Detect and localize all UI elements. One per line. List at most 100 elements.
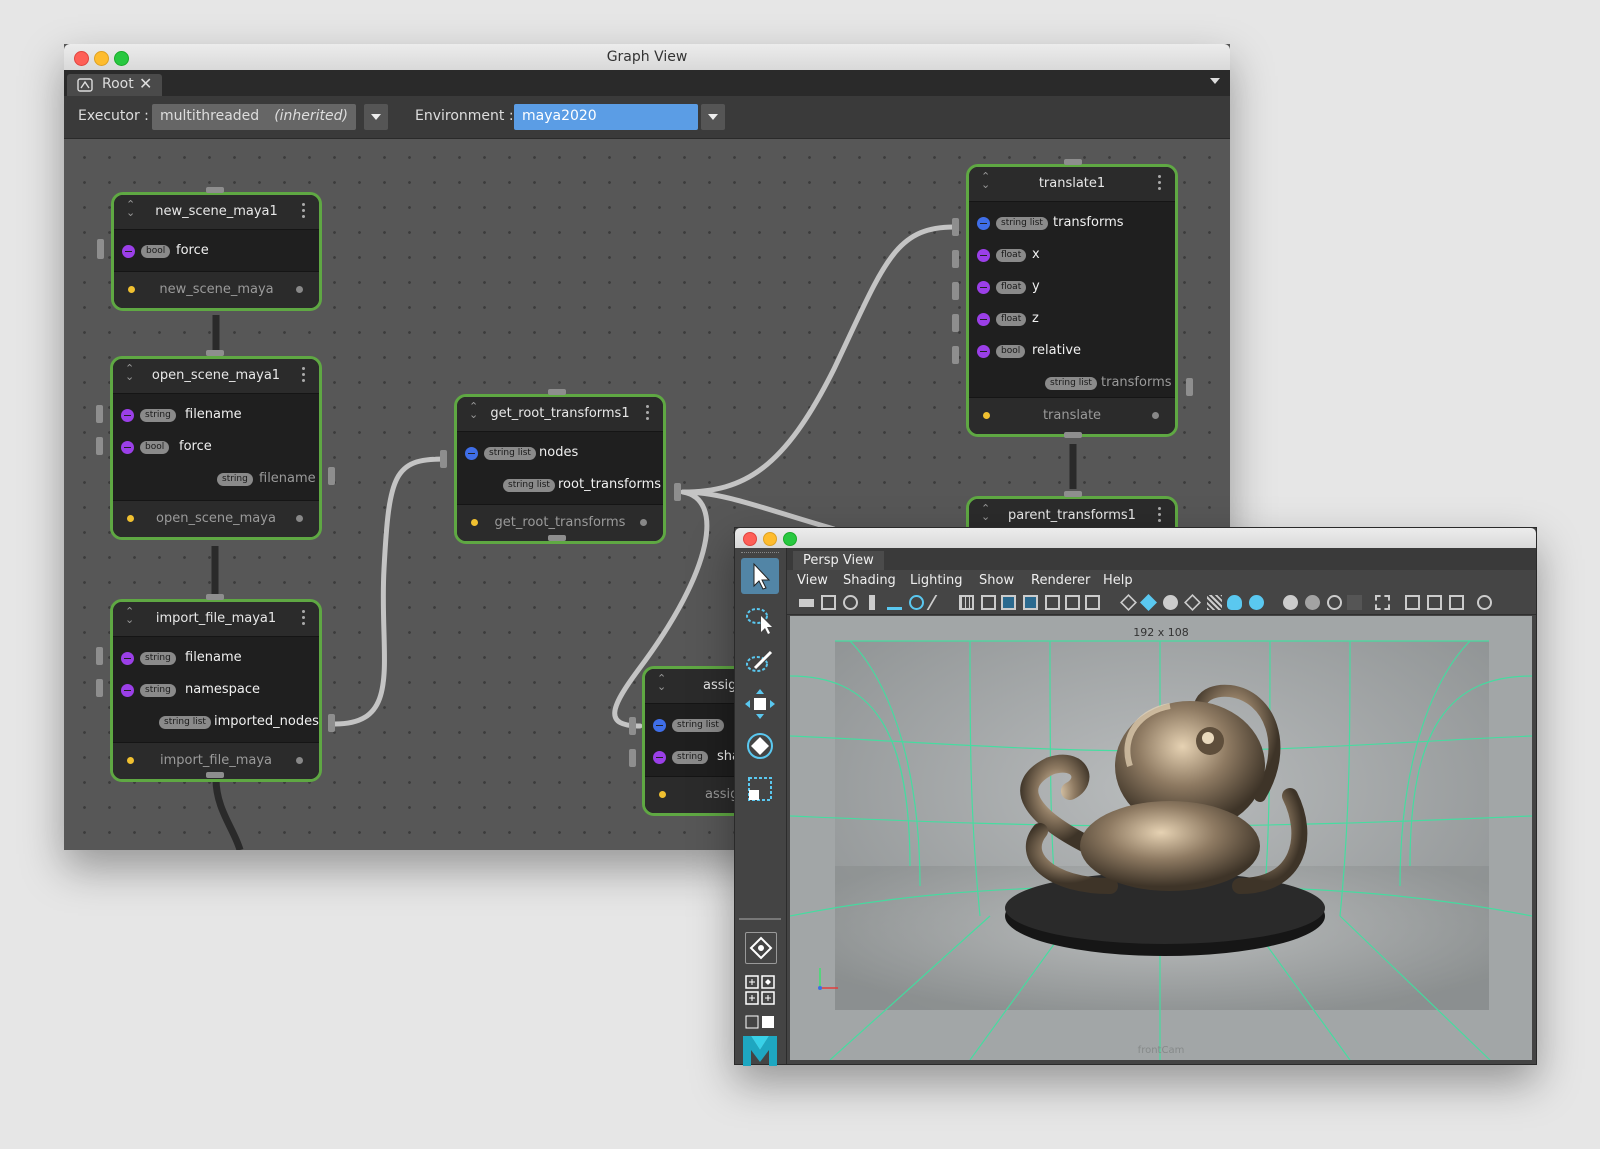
port-pin-icon[interactable] — [977, 345, 990, 358]
exec-out-dot-icon[interactable] — [640, 519, 647, 526]
port-pin-icon[interactable] — [977, 313, 990, 326]
gamma-icon[interactable] — [1477, 595, 1492, 610]
port-handle[interactable] — [629, 749, 636, 767]
port-handle[interactable] — [1186, 378, 1193, 396]
grease-pencil-icon[interactable] — [926, 595, 953, 610]
port-pin-icon[interactable] — [653, 751, 666, 764]
node-import-file-maya[interactable]: ⌃ ⌄ import_file_maya1 string filename str… — [110, 599, 322, 782]
four-view-layout-button[interactable] — [744, 974, 776, 1006]
safe-action-icon[interactable] — [1065, 595, 1080, 610]
node-menu-kebab-icon[interactable] — [302, 610, 305, 628]
node-header[interactable]: ⌃ ⌄ new_scene_maya1 — [114, 195, 319, 230]
port-pin-icon[interactable] — [122, 245, 135, 258]
port-pin-icon[interactable] — [653, 719, 666, 732]
port-handle[interactable] — [1064, 159, 1082, 165]
exposure-icon[interactable] — [1449, 595, 1464, 610]
executor-select[interactable]: multithreaded (inherited) — [152, 104, 356, 130]
node-new-scene-maya[interactable]: ⌃ ⌄ new_scene_maya1 bool force new_scene_… — [111, 192, 322, 311]
menu-shading[interactable]: Shading — [843, 573, 896, 588]
persp-window-titlebar[interactable] — [735, 528, 1536, 549]
port-pin-icon[interactable] — [977, 249, 990, 262]
port-pin-icon[interactable] — [465, 447, 478, 460]
tab-root[interactable]: Root ✕ — [67, 74, 162, 96]
port-handle[interactable] — [206, 772, 224, 778]
field-chart-icon[interactable] — [1045, 595, 1060, 610]
lasso-tool-button[interactable] — [741, 602, 779, 638]
port-handle[interactable] — [96, 647, 103, 665]
port-handle[interactable] — [952, 250, 959, 268]
ambient-occlusion-icon[interactable] — [1283, 595, 1298, 610]
tab-menu-chevron-down-icon[interactable] — [1210, 78, 1220, 84]
port-handle[interactable] — [674, 483, 681, 501]
anti-alias-icon[interactable] — [1327, 595, 1342, 610]
zoom-window-button[interactable] — [783, 532, 797, 546]
xray-icon[interactable] — [1184, 594, 1201, 611]
menu-renderer[interactable]: Renderer — [1031, 573, 1090, 588]
port-handle[interactable] — [952, 346, 959, 364]
port-pin-icon[interactable] — [121, 652, 134, 665]
port-handle[interactable] — [328, 714, 335, 732]
graph-window-titlebar[interactable]: Graph View — [64, 44, 1230, 71]
close-window-button[interactable] — [743, 532, 757, 546]
port-handle[interactable] — [952, 282, 959, 300]
shadows-icon[interactable] — [1249, 595, 1264, 610]
node-header[interactable]: ⌃ ⌄ get_root_transforms1 — [457, 397, 663, 432]
single-view-layout-button[interactable] — [745, 932, 777, 964]
node-header[interactable]: ⌃ ⌄ open_scene_maya1 — [113, 359, 319, 394]
node-menu-kebab-icon[interactable] — [1158, 175, 1161, 193]
port-handle[interactable] — [328, 467, 335, 485]
camera-lock-icon[interactable] — [843, 595, 858, 610]
port-handle[interactable] — [206, 350, 224, 356]
port-handle[interactable] — [96, 405, 103, 423]
node-menu-kebab-icon[interactable] — [646, 405, 649, 423]
wireframe-icon[interactable] — [1120, 594, 1137, 611]
image-plane-icon[interactable] — [887, 595, 902, 610]
toolbox-grip[interactable] — [741, 552, 779, 555]
tab-persp-view[interactable]: Persp View — [793, 551, 884, 570]
film-gate-icon[interactable] — [981, 595, 996, 610]
two-view-layout-button[interactable] — [744, 1014, 776, 1030]
xray-joints-icon[interactable] — [1405, 595, 1420, 610]
port-pin-icon[interactable] — [121, 409, 134, 422]
lighting-bulb-icon[interactable] — [1227, 595, 1242, 610]
grid-icon[interactable] — [959, 595, 974, 610]
port-handle[interactable] — [206, 187, 224, 193]
exec-out-dot-icon[interactable] — [296, 286, 303, 293]
node-menu-kebab-icon[interactable] — [1158, 507, 1161, 525]
camera-icon[interactable] — [799, 599, 814, 607]
paint-select-tool-button[interactable] — [741, 644, 779, 680]
menu-view[interactable]: View — [797, 573, 828, 588]
node-menu-kebab-icon[interactable] — [302, 203, 305, 221]
port-pin-icon[interactable] — [121, 684, 134, 697]
port-handle[interactable] — [96, 679, 103, 697]
port-pin-icon[interactable] — [121, 441, 134, 454]
environment-dropdown-button[interactable] — [701, 104, 725, 130]
node-menu-kebab-icon[interactable] — [302, 367, 305, 385]
resolution-gate-icon[interactable] — [1001, 595, 1016, 610]
node-open-scene-maya[interactable]: ⌃ ⌄ open_scene_maya1 string filename bool… — [110, 356, 322, 540]
executor-dropdown-button[interactable] — [364, 104, 388, 130]
menu-help[interactable]: Help — [1103, 573, 1133, 588]
node-get-root-transforms[interactable]: ⌃ ⌄ get_root_transforms1 string list node… — [454, 394, 666, 544]
port-handle[interactable] — [97, 239, 104, 259]
wireframe-on-shaded-icon[interactable] — [1163, 595, 1178, 610]
environment-select[interactable]: maya2020 — [514, 104, 698, 130]
node-translate[interactable]: ⌃ ⌄ translate1 string list transforms flo… — [966, 164, 1178, 437]
camera-attributes-icon[interactable] — [821, 595, 836, 610]
depth-of-field-icon[interactable] — [1347, 595, 1362, 610]
2d-pan-zoom-icon[interactable] — [909, 595, 924, 610]
port-handle[interactable] — [1064, 491, 1082, 497]
smooth-shade-icon[interactable] — [1140, 594, 1157, 611]
xray-active-icon[interactable] — [1427, 595, 1442, 610]
node-header[interactable]: ⌃ ⌄ import_file_maya1 — [113, 602, 319, 637]
select-tool-button[interactable] — [741, 558, 779, 594]
gate-mask-icon[interactable] — [1023, 595, 1038, 610]
port-handle[interactable] — [440, 450, 447, 468]
rotate-tool-button[interactable] — [741, 728, 779, 764]
menu-lighting[interactable]: Lighting — [910, 573, 963, 588]
port-handle[interactable] — [96, 437, 103, 455]
exec-out-dot-icon[interactable] — [296, 515, 303, 522]
exec-out-dot-icon[interactable] — [1152, 412, 1159, 419]
isolate-select-icon[interactable] — [1375, 595, 1390, 610]
textured-icon[interactable] — [1207, 595, 1222, 610]
